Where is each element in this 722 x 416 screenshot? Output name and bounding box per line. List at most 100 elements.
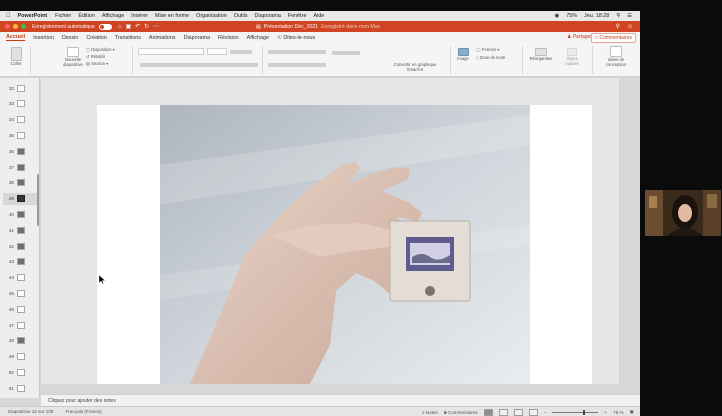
menu-inserer[interactable]: Insérer [131, 13, 148, 19]
undo-icon[interactable]: ↶ [135, 23, 140, 30]
tab-accueil[interactable]: Accueil [6, 34, 26, 41]
slide-thumbnail[interactable]: 41 [3, 224, 37, 236]
fit-to-window-icon[interactable]: ▣ [630, 409, 634, 415]
layout-button[interactable]: ▢ Disposition ▾ [86, 46, 115, 53]
menu-organisation[interactable]: Organisation [196, 13, 227, 19]
menu-fenetre[interactable]: Fenêtre [288, 13, 307, 19]
zoom-slider[interactable] [552, 409, 599, 415]
list-buttons[interactable] [268, 50, 326, 54]
shapes-button[interactable]: ◯ Formes ▾ [476, 46, 505, 54]
slide-thumbnail[interactable]: 45 [3, 287, 37, 299]
slide-thumbnail[interactable]: 44 [3, 272, 37, 284]
menu-affichage[interactable]: Affichage [102, 13, 124, 19]
tell-me-search[interactable]: ☉ Dites-le-nous [277, 35, 315, 41]
slide-sorter-button[interactable] [498, 408, 508, 416]
reading-view-button[interactable] [513, 408, 523, 416]
menu-outils[interactable]: Outils [234, 13, 248, 19]
tab-animations[interactable]: Animations [149, 35, 176, 41]
account-icon[interactable]: ☺ [627, 24, 633, 30]
normal-view-button[interactable] [483, 408, 493, 416]
slide-thumbnail[interactable]: 32 [3, 82, 37, 94]
new-slide-button[interactable]: Nouvelle diapositive [57, 47, 89, 67]
photo-hand-holding-slide [160, 105, 530, 384]
zoom-level[interactable]: 75 % [613, 410, 623, 415]
reset-button[interactable]: ↺ Rétablir [86, 53, 115, 60]
clock[interactable]: Jeu. 18:28 [584, 13, 609, 19]
save-icon[interactable]: ▣ [125, 23, 131, 30]
quick-styles-button[interactable]: Styles rapides [560, 48, 584, 66]
image-button[interactable]: Image [454, 48, 472, 61]
menu-edition[interactable]: Édition [78, 13, 94, 19]
tab-revision[interactable]: Révision [218, 35, 239, 41]
tab-affichage[interactable]: Affichage [247, 35, 269, 41]
slide-thumbnail[interactable]: 37 [3, 161, 37, 173]
notes-toggle[interactable]: ≡ Notes [422, 410, 438, 415]
slide-number: 42 [8, 243, 14, 249]
zoom-out-icon[interactable]: − [544, 410, 547, 415]
wifi-icon[interactable]: ◉ [555, 13, 560, 19]
comments-toggle[interactable]: ■ Commentaires [444, 410, 478, 415]
document-title[interactable]: Présentation Déc_2021 [264, 24, 318, 30]
tab-dessin[interactable]: Dessin [62, 35, 78, 41]
section-button[interactable]: ▤ Section ▾ [86, 60, 115, 67]
slide-thumbnail[interactable]: 36 [3, 145, 37, 157]
slide-thumbnail[interactable]: 43 [3, 256, 37, 268]
notes-pane[interactable]: Cliquez pour ajouter des notes [41, 394, 640, 406]
redo-icon[interactable]: ↻ [144, 23, 149, 30]
control-center-icon[interactable]: ☰ [627, 13, 632, 19]
tab-creation[interactable]: Création [86, 35, 106, 41]
menu-aide[interactable]: Aide [313, 13, 324, 19]
slide-thumbnail[interactable]: 49 [3, 351, 37, 363]
font-format-buttons[interactable] [140, 63, 258, 67]
close-window-button[interactable] [5, 24, 10, 29]
slide-thumbnail[interactable]: 48 [3, 335, 37, 347]
apple-icon[interactable]:  [6, 13, 11, 19]
menu-mise-en-forme[interactable]: Mise en forme [155, 13, 189, 19]
slide-thumbnail[interactable]: 38 [3, 177, 37, 189]
slide-thumbnails-pane[interactable]: 32 33 34 35 36 37 38 39 40 41 42 43 44 45 46 47 48 49 50 51 [0, 78, 40, 398]
arrange-button[interactable]: Réorganiser [526, 48, 556, 61]
font-name-dropdown[interactable] [138, 48, 204, 55]
battery-percent[interactable]: 75% [566, 13, 577, 19]
slide-photo[interactable] [160, 105, 530, 384]
autosave-toggle[interactable] [98, 23, 112, 30]
menubar-app-name[interactable]: PowerPoint [18, 13, 48, 19]
zoom-window-button[interactable] [21, 24, 26, 29]
slide-thumbnail[interactable]: 47 [3, 319, 37, 331]
slide-thumbnail[interactable]: 35 [3, 129, 37, 141]
ribbon-divider [450, 46, 451, 74]
text-direction-button[interactable] [332, 51, 360, 55]
slideshow-button[interactable] [528, 408, 538, 416]
menu-diaporama[interactable]: Diaporama [255, 13, 281, 19]
paste-button[interactable]: Coller [6, 47, 26, 66]
slide-thumbnail[interactable]: 34 [3, 114, 37, 126]
tab-transitions[interactable]: Transitions [115, 35, 141, 41]
font-size-buttons[interactable] [230, 50, 252, 54]
search-icon[interactable]: ⚲ [615, 23, 619, 30]
search-icon[interactable]: ⚲ [616, 13, 620, 19]
tab-insertion[interactable]: Insertion [33, 35, 54, 41]
slide-counter: Diapositive 12 sur 105 [8, 409, 54, 414]
comments-button[interactable]: □ Commentaires [591, 33, 636, 43]
font-size-dropdown[interactable] [207, 48, 227, 55]
thumbnail-scrollbar[interactable] [37, 174, 39, 226]
home-icon[interactable]: ⌂ [118, 24, 122, 30]
slide-thumbnail[interactable]: 40 [3, 208, 37, 220]
more-icon[interactable]: ⋯ [153, 23, 159, 30]
textbox-button[interactable]: □ Zone de texte [476, 54, 505, 62]
convert-smartart-button[interactable]: Convertir en graphique SmartArt [385, 62, 445, 72]
slide-thumbnail[interactable]: 33 [3, 98, 37, 110]
alignment-buttons[interactable] [268, 63, 326, 67]
slide-thumbnail[interactable]: 50 [3, 366, 37, 378]
share-button[interactable]: ♟ Partager [567, 34, 592, 40]
zoom-in-icon[interactable]: + [604, 410, 607, 415]
slide-thumbnail[interactable]: 42 [3, 240, 37, 252]
slide-thumbnail[interactable]: 46 [3, 303, 37, 315]
menu-fichier[interactable]: Fichier [55, 13, 71, 19]
designer-button[interactable]: Idées de conception [598, 46, 634, 67]
slide-thumbnail[interactable]: 39 [3, 192, 37, 205]
slide-thumbnail[interactable]: 51 [3, 382, 37, 394]
language-indicator[interactable]: Français (France) [65, 409, 101, 414]
tab-diaporama[interactable]: Diaporama [184, 35, 210, 41]
minimize-window-button[interactable] [13, 24, 18, 29]
